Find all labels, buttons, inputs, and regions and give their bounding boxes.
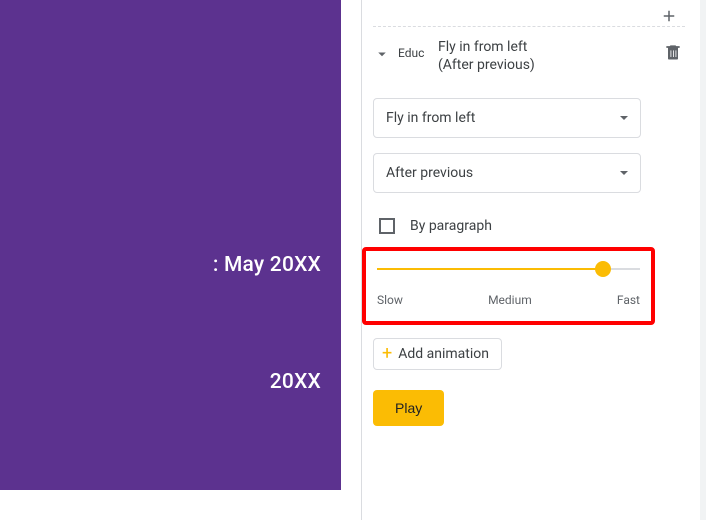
checkbox-label: By paragraph (410, 218, 492, 234)
slider-thumb[interactable] (595, 261, 611, 277)
plus-icon: + (382, 345, 392, 363)
by-paragraph-checkbox[interactable]: By paragraph (379, 218, 492, 234)
speed-slider[interactable]: Slow Medium Fast (377, 265, 640, 307)
add-animation-button[interactable]: + Add animation (373, 338, 502, 370)
slide-text-line-2: 20XX (270, 370, 321, 394)
caret-down-icon (620, 171, 628, 175)
animation-type-select[interactable]: Fly in from left (373, 98, 641, 138)
slide-canvas[interactable]: : May 20XX 20XX (0, 0, 341, 490)
chevron-down-icon (373, 45, 391, 63)
add-animation-label: Add animation (398, 346, 489, 362)
play-button[interactable]: Play (373, 390, 444, 426)
animation-item-header[interactable]: Educ Fly in from left (After previous) (373, 38, 683, 74)
panel-gap (341, 0, 361, 520)
slider-fill (377, 268, 603, 270)
animation-trigger-label: (After previous) (438, 56, 663, 74)
animation-panel: Educ Fly in from left (After previous) F… (361, 0, 700, 520)
animation-type-label: Fly in from left (438, 38, 663, 56)
animation-trigger-value: After previous (386, 165, 620, 181)
trash-icon[interactable] (663, 42, 683, 62)
caret-down-icon (620, 116, 628, 120)
slider-label-slow: Slow (377, 293, 403, 307)
slide-text-line-1: : May 20XX (213, 253, 321, 277)
right-edge (700, 0, 706, 520)
animation-summary: Fly in from left (After previous) (438, 38, 663, 74)
slide-margin (0, 490, 341, 520)
animation-trigger-select[interactable]: After previous (373, 153, 641, 193)
animation-type-value: Fly in from left (386, 110, 620, 126)
slider-label-fast: Fast (617, 293, 640, 307)
slider-label-medium: Medium (488, 293, 532, 307)
animation-element-name: Educ (398, 46, 428, 60)
play-button-label: Play (395, 400, 422, 416)
checkbox-icon (379, 218, 395, 234)
add-icon[interactable] (660, 7, 678, 25)
divider (373, 26, 685, 27)
